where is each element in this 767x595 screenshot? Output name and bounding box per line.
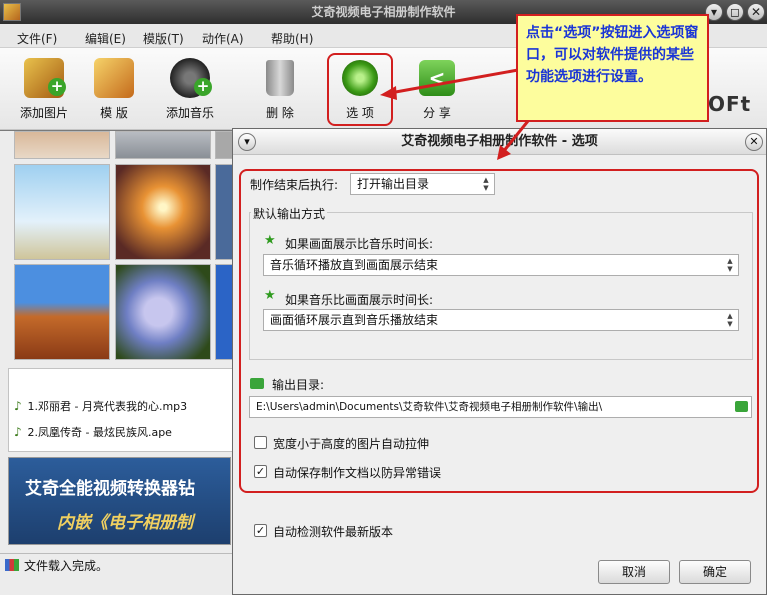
callout-text: 点击“选项”按钮进入选项窗口，可以对软件提供的某些功能选项进行设置。 (526, 25, 699, 85)
callout-arrow-to-dialog (501, 120, 530, 153)
callout-note: 点击“选项”按钮进入选项窗口，可以对软件提供的某些功能选项进行设置。 (516, 14, 709, 122)
arrowhead-icon (380, 86, 397, 100)
callout-arrow-to-options (389, 68, 519, 95)
arrowhead-icon (497, 145, 511, 160)
